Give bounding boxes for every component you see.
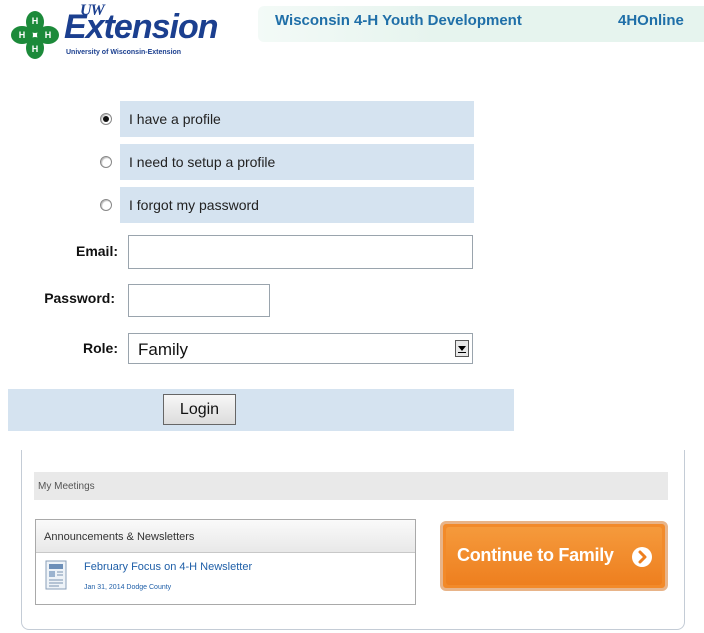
- logo-extension-text: Extension: [64, 8, 218, 46]
- radio-forgot-password[interactable]: [100, 199, 112, 211]
- radio-setup-profile[interactable]: [100, 156, 112, 168]
- option-label: I forgot my password: [129, 197, 259, 213]
- svg-text:H: H: [19, 30, 26, 40]
- password-field[interactable]: [128, 284, 270, 317]
- 4honline-link[interactable]: 4HOnline: [618, 12, 684, 29]
- option-have-profile[interactable]: I have a profile: [96, 101, 474, 137]
- newsletter-link[interactable]: February Focus on 4-H Newsletter: [84, 561, 252, 573]
- announcements-title: Announcements & Newsletters: [44, 531, 195, 543]
- svg-text:H: H: [32, 16, 39, 26]
- option-label: I need to setup a profile: [129, 154, 276, 170]
- logo-subtitle: University of Wisconsin-Extension: [66, 49, 182, 56]
- option-forgot-password[interactable]: I forgot my password: [96, 187, 474, 223]
- document-icon: [45, 560, 67, 590]
- svg-text:H: H: [45, 30, 52, 40]
- email-label: Email:: [75, 243, 118, 259]
- login-band: [8, 389, 514, 431]
- option-label: I have a profile: [129, 111, 221, 127]
- site-title: Wisconsin 4-H Youth Development: [275, 12, 522, 29]
- password-label: Password:: [44, 290, 115, 306]
- role-select[interactable]: Family: [128, 333, 473, 364]
- radio-have-profile[interactable]: [100, 113, 112, 125]
- email-field[interactable]: [128, 235, 473, 269]
- svg-text:H: H: [32, 44, 39, 54]
- role-label: Role:: [83, 340, 118, 356]
- meetings-bar: [34, 472, 668, 500]
- circle-arrow-right-icon: [632, 547, 652, 567]
- announcements-header: Announcements & Newsletters: [36, 520, 415, 553]
- newsletter-meta: Jan 31, 2014 Dodge County: [84, 584, 172, 591]
- meetings-label: My Meetings: [38, 481, 95, 492]
- four-leaf-clover-icon: HH HH: [11, 11, 59, 59]
- login-button[interactable]: Login: [163, 394, 236, 425]
- role-select-value: Family: [138, 340, 189, 359]
- continue-to-family-button[interactable]: Continue to Family: [440, 521, 668, 591]
- continue-label: Continue to Family: [457, 545, 614, 565]
- option-setup-profile[interactable]: I need to setup a profile: [96, 144, 474, 180]
- chevron-down-icon[interactable]: [455, 340, 469, 357]
- announcements-box: Announcements & Newsletters February Foc…: [35, 519, 416, 605]
